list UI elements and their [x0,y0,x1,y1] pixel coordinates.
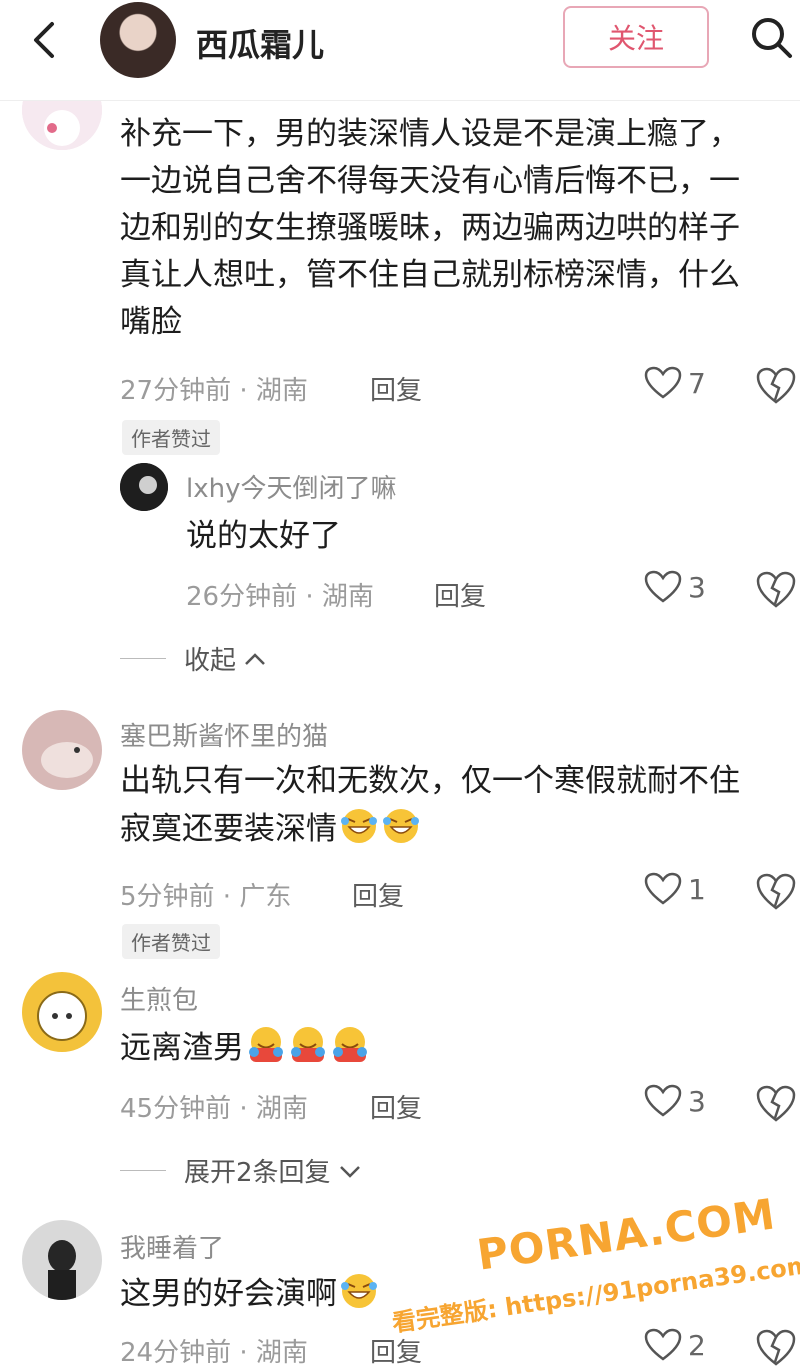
like-button[interactable]: 3 [644,570,706,604]
reply-button[interactable]: 回复 [370,370,422,407]
like-count: 3 [688,1084,706,1118]
follow-button[interactable]: 关注 [563,6,709,68]
expand-replies-button[interactable]: 展开2条回复 [120,1152,363,1189]
reply-button[interactable]: 回复 [352,876,404,913]
like-count: 1 [688,872,706,906]
back-arrow-icon[interactable] [24,18,68,62]
comment-text: 出轨只有一次和无数次，仅一个寒假就耐不住 寂寞还要装深情 [120,763,740,847]
comment-username[interactable]: 塞巴斯酱怀里的猫 [120,716,328,753]
chevron-down-icon [339,1165,360,1178]
comment-username[interactable]: 生煎包 [120,980,198,1017]
heart-icon [644,1084,682,1117]
author-name[interactable]: 西瓜霜儿 [196,20,324,66]
top-bar: 西瓜霜儿 关注 [0,0,800,101]
reply-button[interactable]: 回复 [434,576,486,613]
replier-avatar[interactable] [120,463,168,511]
reply-meta: 26分钟前 · 湖南 [186,582,374,612]
comment-text: 远离渣男 [120,1024,800,1072]
like-button[interactable]: 7 [644,366,706,400]
comment-text: 补充一下，男的装深情人设是不是演上瘾了， 一边说自己舍不得每天没有心情后悔不已，… [120,116,740,340]
reply-button[interactable]: 回复 [370,1088,422,1125]
heart-icon [644,570,682,603]
commenter-avatar[interactable] [22,1220,102,1300]
like-button[interactable]: 1 [644,872,706,906]
like-button[interactable]: 3 [644,1084,706,1118]
comment-meta: 24分钟前 · 湖南 [120,1338,308,1368]
laughing-tears-emoji-icon [341,1274,377,1308]
hugging-face-emoji-icon [291,1027,325,1062]
broken-heart-icon[interactable] [756,570,796,610]
author-liked-badge: 作者赞过 [122,924,220,959]
like-count: 3 [688,570,706,604]
heart-icon [644,366,682,399]
broken-heart-icon[interactable] [756,366,796,406]
commenter-avatar[interactable] [22,972,102,1052]
comment-meta: 27分钟前 · 湖南 [120,376,308,406]
heart-icon [644,872,682,905]
hugging-face-emoji-icon [249,1027,283,1062]
like-count: 7 [688,366,706,400]
hugging-face-emoji-icon [333,1027,367,1062]
laughing-tears-emoji-icon [341,809,377,843]
comment-meta: 5分钟前 · 广东 [120,882,292,912]
watermark: PORNA.COM 看完整版: https://91porna39.com [380,1189,800,1350]
author-avatar[interactable] [100,2,176,78]
comment-username[interactable]: 我睡着了 [120,1228,224,1265]
collapse-replies-button[interactable]: 收起 [120,640,268,677]
author-liked-badge: 作者赞过 [122,420,220,455]
reply-username[interactable]: lxhy今天倒闭了嘛 [186,468,396,505]
commenter-avatar[interactable] [22,710,102,790]
broken-heart-icon[interactable] [756,1084,796,1124]
reply-text: 说的太好了 [186,518,341,554]
chevron-up-icon [245,652,265,665]
laughing-tears-emoji-icon [383,809,419,843]
comment-meta: 45分钟前 · 湖南 [120,1094,308,1124]
broken-heart-icon[interactable] [756,872,796,912]
search-icon[interactable] [748,14,796,62]
